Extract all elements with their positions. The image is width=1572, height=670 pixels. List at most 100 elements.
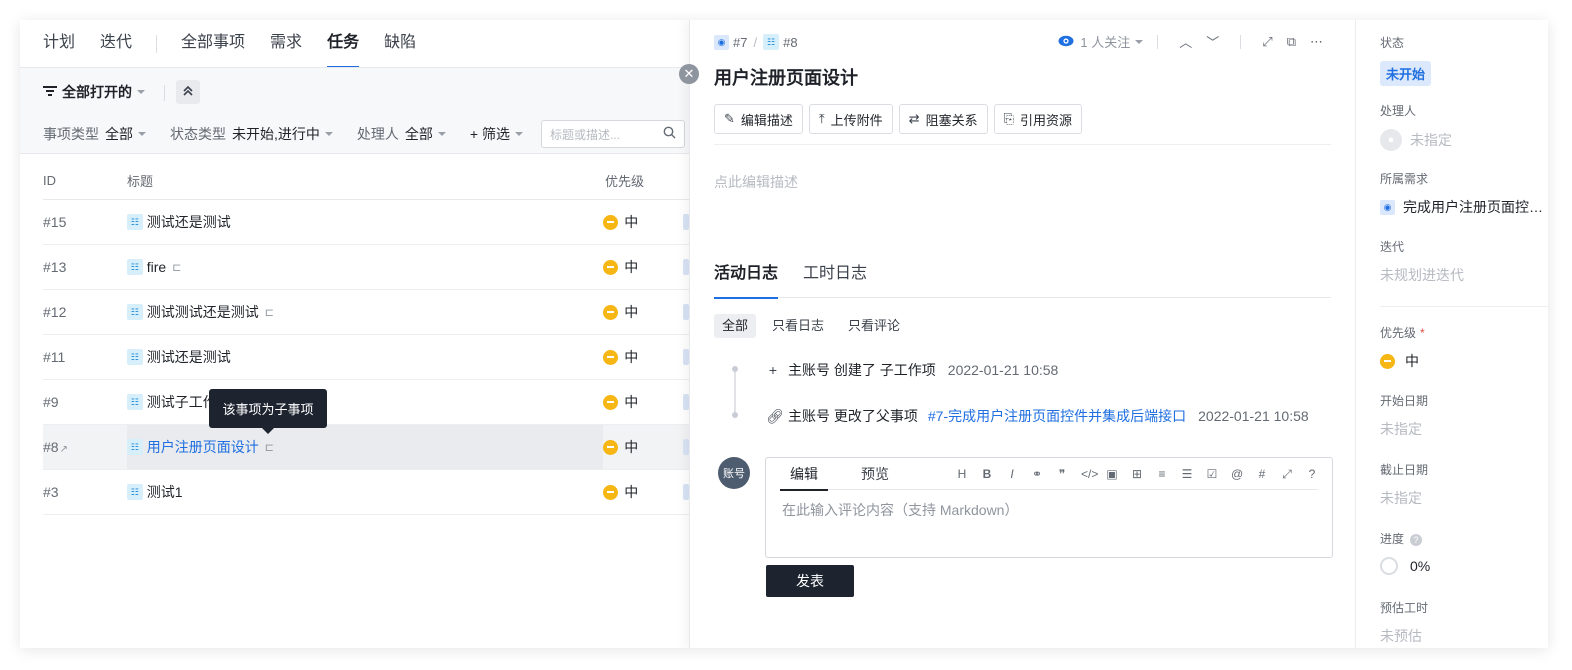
more-icon[interactable]: ⋯ (1310, 34, 1323, 50)
help-icon[interactable]: ? (1306, 467, 1318, 481)
search-placeholder: 标题或描述... (549, 127, 620, 142)
log-filter-logs-only[interactable]: 只看日志 (764, 314, 832, 338)
table-row[interactable]: #15 ☷ 测试还是测试 中 (43, 200, 689, 245)
collapse-filters-button[interactable] (176, 80, 200, 104)
filter-lines-icon (43, 84, 57, 100)
row-title[interactable]: 测试还是测试 (147, 212, 231, 232)
comment-input[interactable]: 在此输入评论内容（支持 Markdown） (782, 500, 1316, 520)
log-filter-comments-only[interactable]: 只看评论 (840, 314, 908, 338)
tab-activity-log[interactable]: 活动日志 (714, 260, 779, 299)
progress-value[interactable]: 0% (1380, 557, 1430, 575)
prev-item-button[interactable]: ︿ (1179, 32, 1192, 51)
assignee-value[interactable]: ● 未指定 (1380, 129, 1452, 151)
tab-plan[interactable]: 计划 (43, 20, 75, 68)
expand-icon[interactable]: ⤢ (1262, 34, 1272, 50)
iteration-value[interactable]: 未规划进迭代 (1380, 265, 1464, 285)
row-title[interactable]: 测试还是测试 (147, 347, 231, 367)
task-icon: ☷ (126, 259, 143, 275)
row-title[interactable]: 测试1 (147, 482, 183, 502)
row-title[interactable]: 测试测试还是测试 (147, 302, 259, 322)
task-icon: ☷ (126, 304, 143, 320)
task-icon: ☷ (126, 484, 143, 500)
open-new-window-icon[interactable]: ⧉ (1287, 34, 1296, 50)
start-date-value[interactable]: 未指定 (1380, 419, 1428, 439)
tab-edit[interactable]: 编辑 (780, 458, 828, 491)
tab-iteration[interactable]: 迭代 (100, 20, 132, 68)
log-time: 2022-01-21 10:58 (1198, 408, 1309, 424)
top-nav: 计划 迭代 全部事项 需求 任务 缺陷 (43, 20, 441, 68)
table-row[interactable]: #3 ☷ 测试1 中 (43, 470, 689, 515)
open-external-icon[interactable]: ↗ (60, 444, 68, 455)
log-filter-all[interactable]: 全部 (714, 314, 757, 338)
view-selector[interactable]: 全部打开的 (43, 82, 145, 102)
tab-worktime-log[interactable]: 工时日志 (803, 260, 867, 298)
row-title[interactable]: 测试子工作 (147, 392, 217, 412)
hashtag-icon[interactable]: # (1256, 467, 1268, 481)
issue-title[interactable]: 用户注册页面设计 (714, 64, 858, 90)
tab-requirements[interactable]: 需求 (270, 20, 302, 68)
chevron-down-icon (138, 132, 146, 136)
add-filter-button[interactable]: + 筛选 (470, 124, 523, 144)
row-priority: 中 (624, 349, 639, 365)
image-icon[interactable]: ▣ (1106, 467, 1118, 481)
issue-list-panel: 计划 迭代 全部事项 需求 任务 缺陷 全部打开的 事项类型 全部 状态类型 未… (20, 20, 689, 648)
next-item-button[interactable]: ﹀ (1206, 32, 1219, 51)
table-row-selected[interactable]: #8↗ ☷ 用户注册页面设计 ⊏ 中 (43, 425, 689, 470)
due-date-value[interactable]: 未指定 (1380, 488, 1428, 508)
tab-defects[interactable]: 缺陷 (384, 20, 416, 68)
requirement-value[interactable]: ◉完成用户注册页面控件并集成后端接口 (1380, 197, 1543, 217)
breadcrumb-current: #8 (783, 34, 798, 50)
blocking-relation-button[interactable]: ⇄ 阻塞关系 (898, 104, 988, 134)
priority-value[interactable]: 中 (1380, 351, 1425, 371)
search-input[interactable]: 标题或描述... (540, 120, 685, 148)
table-icon[interactable]: ⊞ (1131, 467, 1143, 481)
tab-all-items[interactable]: 全部事项 (181, 20, 245, 68)
checkbox-icon[interactable]: ☑ (1206, 467, 1218, 481)
table-row[interactable]: #12 ☷ 测试测试还是测试 ⊏ 中 (43, 290, 689, 335)
fullscreen-icon[interactable]: ⤢ (1281, 467, 1293, 482)
log-entry: + 主账号 创建了 子工作项 2022-01-21 10:58 (766, 360, 1058, 380)
header-priority: 优先级 (605, 174, 645, 189)
prop-due-date: 截止日期 未指定 (1380, 461, 1428, 508)
code-icon[interactable]: </> (1081, 467, 1098, 481)
row-priority: 中 (624, 484, 639, 500)
row-title[interactable]: fire (147, 259, 166, 275)
help-icon[interactable]: ? (1410, 534, 1423, 546)
unordered-list-icon[interactable]: ☰ (1181, 467, 1193, 481)
link-icon: 🔗︎ (766, 407, 784, 424)
ordered-list-icon[interactable]: ≡ (1156, 467, 1168, 481)
status-badge[interactable]: 未开始 (1380, 61, 1432, 86)
upload-attachment-button[interactable]: ⤒ 上传附件 (808, 104, 893, 134)
description-placeholder[interactable]: 点此编辑描述 (714, 172, 798, 192)
close-detail-button[interactable]: ✕ (679, 64, 699, 84)
item-type-filter[interactable]: 事项类型 全部 (43, 124, 146, 144)
status-type-filter[interactable]: 状态类型 未开始,进行中 (170, 124, 333, 144)
table-row[interactable]: #11 ☷ 测试还是测试 中 (43, 335, 689, 380)
watchers-dropdown[interactable]: 1 人关注 (1080, 32, 1130, 51)
assignee-label: 处理人 (356, 126, 399, 142)
table-row[interactable]: #13 ☷ fire ⊏ 中 (43, 245, 689, 290)
bold-icon[interactable]: B (981, 467, 993, 481)
upload-icon: ⤒ (818, 111, 825, 126)
italic-icon[interactable]: I (1006, 467, 1018, 481)
submit-comment-button[interactable]: 发表 (766, 565, 854, 597)
prop-requirement: 所属需求 ◉完成用户注册页面控件并集成后端接口 (1380, 170, 1543, 217)
heading-icon[interactable]: H (956, 467, 968, 481)
tab-tasks[interactable]: 任务 (327, 20, 360, 68)
quote-icon[interactable]: ❞ (1056, 467, 1068, 481)
mention-icon[interactable]: @ (1231, 467, 1243, 481)
timeline-dot (732, 412, 738, 418)
estimate-value[interactable]: 未预估 (1380, 626, 1428, 646)
reference-resource-button[interactable]: ⎘ 引用资源 (993, 104, 1083, 134)
assignee-filter[interactable]: 处理人 全部 (357, 124, 446, 144)
breadcrumb-parent[interactable]: #7 (733, 35, 747, 50)
prop-estimate: 预估工时 未预估 (1380, 599, 1428, 646)
row-title[interactable]: 用户注册页面设计 (147, 437, 259, 457)
table-row[interactable]: #9 ☷ 测试子工作 中 (43, 380, 689, 425)
row-priority: 中 (624, 304, 639, 320)
parent-item-link[interactable]: #7-完成用户注册页面控件并集成后端接口 (928, 406, 1186, 426)
tab-preview[interactable]: 预览 (851, 458, 899, 490)
link-icon[interactable]: ⚭ (1031, 467, 1043, 481)
prop-priority: 优先级 * 中 (1380, 324, 1425, 371)
edit-description-button[interactable]: ✎ 编辑描述 (714, 104, 803, 134)
